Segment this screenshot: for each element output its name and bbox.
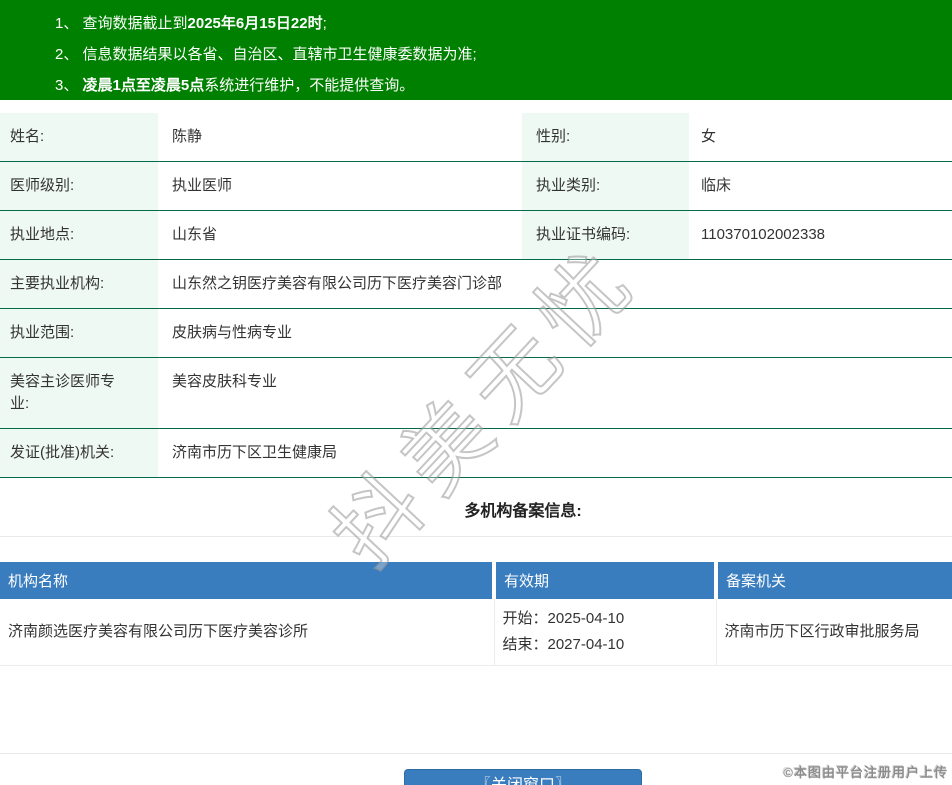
main-org-value: 山东然之钥医疗美容有限公司历下医疗美容门诊部 — [172, 275, 503, 292]
page-container: 1、 查询数据截止到2025年6月15日22时; 2、 信息数据结果以各省、自治… — [0, 0, 952, 785]
scope-value: 皮肤病与性病专业 — [172, 324, 293, 341]
notice-1-text: 1、 查询数据截止到 — [55, 15, 188, 32]
info-row: 姓名: 陈静 性别: 女 — [0, 113, 952, 162]
validity-start: 开始：2025-04-10 — [502, 610, 625, 627]
multi-org-panel: 机构名称 有效期 备案机关 济南颜选医疗美容有限公司历下医疗美容诊所 开始：20… — [0, 536, 952, 754]
table-row: 济南颜选医疗美容有限公司历下医疗美容诊所 开始：2025-04-10 结束：20… — [0, 599, 952, 666]
query-result-window: 1、 查询数据截止到2025年6月15日22时; 2、 信息数据结果以各省、自治… — [0, 0, 952, 785]
notice-line-2: 2、 信息数据结果以各省、自治区、直辖市卫生健康委数据为准; — [55, 39, 952, 70]
notice-3-text: 3、 — [55, 77, 83, 94]
multi-org-table: 机构名称 有效期 备案机关 济南颜选医疗美容有限公司历下医疗美容诊所 开始：20… — [0, 562, 952, 666]
scope-label: 执业范围: — [0, 308, 158, 358]
category-value: 临床 — [701, 177, 732, 194]
notice-1-tail: ; — [322, 15, 327, 32]
cosmetic-specialty-label: 美容主诊医师专业: — [0, 357, 158, 429]
info-row: 医师级别: 执业医师 执业类别: 临床 — [0, 161, 952, 211]
info-row: 执业地点: 山东省 执业证书编码: 110370102002338 — [0, 210, 952, 260]
notice-line-1: 1、 查询数据截止到2025年6月15日22时; — [55, 8, 952, 39]
name-value: 陈静 — [172, 128, 203, 145]
gender-value: 女 — [701, 128, 717, 145]
cosmetic-specialty-value: 美容皮肤科专业 — [172, 373, 278, 390]
level-label: 医师级别: — [0, 161, 158, 211]
org-name-header: 机构名称 — [0, 562, 494, 599]
info-row: 发证(批准)机关: 济南市历下区卫生健康局 — [0, 428, 952, 478]
notice-2-text: 2、 信息数据结果以各省、自治区、直辖市卫生健康委数据为准; — [55, 46, 477, 63]
close-window-button[interactable]: 〖关闭窗口〗 — [404, 769, 642, 785]
main-org-label: 主要执业机构: — [0, 259, 158, 309]
multi-org-header-row: 机构名称 有效期 备案机关 — [0, 562, 952, 599]
name-label: 姓名: — [0, 113, 158, 162]
platform-copyright-stamp: ©本图由平台注册用户上传 — [783, 765, 948, 780]
org-name-cell: 济南颜选医疗美容有限公司历下医疗美容诊所 — [0, 599, 494, 666]
level-value: 执业医师 — [172, 177, 233, 194]
validity-cell: 开始：2025-04-10 结束：2027-04-10 — [493, 599, 716, 666]
gender-label: 性别: — [522, 113, 689, 162]
location-value: 山东省 — [172, 226, 218, 243]
authority-header: 备案机关 — [714, 562, 952, 599]
cert-no-label: 执业证书编码: — [522, 210, 689, 260]
info-row: 主要执业机构: 山东然之钥医疗美容有限公司历下医疗美容门诊部 — [0, 259, 952, 309]
notice-line-3: 3、 凌晨1点至凌晨5点系统进行维护，不能提供查询。 — [55, 70, 952, 101]
notice-3-tail: 系统进行维护，不能提供查询。 — [204, 77, 415, 94]
info-row: 美容主诊医师专业: 美容皮肤科专业 — [0, 357, 952, 429]
location-label: 执业地点: — [0, 210, 158, 260]
notice-banner: 1、 查询数据截止到2025年6月15日22时; 2、 信息数据结果以各省、自治… — [0, 0, 952, 100]
issuer-label: 发证(批准)机关: — [0, 428, 158, 478]
multi-org-section-title: 多机构备案信息: — [464, 503, 582, 520]
validity-header: 有效期 — [492, 562, 716, 599]
notice-1-bold: 2025年6月15日22时 — [187, 15, 323, 32]
notice-3-bold: 凌晨1点至凌晨5点 — [82, 77, 205, 94]
validity-end: 结束：2027-04-10 — [502, 636, 625, 653]
category-label: 执业类别: — [522, 161, 689, 211]
cert-no-value: 110370102002338 — [701, 226, 826, 243]
authority-cell: 济南市历下区行政审批服务局 — [715, 599, 952, 666]
doctor-info-table: 姓名: 陈静 性别: 女 医师级别: 执业医师 执业类别: 临床 执业地点: 山… — [0, 113, 952, 478]
issuer-value: 济南市历下区卫生健康局 — [172, 444, 338, 461]
info-row: 执业范围: 皮肤病与性病专业 — [0, 308, 952, 358]
